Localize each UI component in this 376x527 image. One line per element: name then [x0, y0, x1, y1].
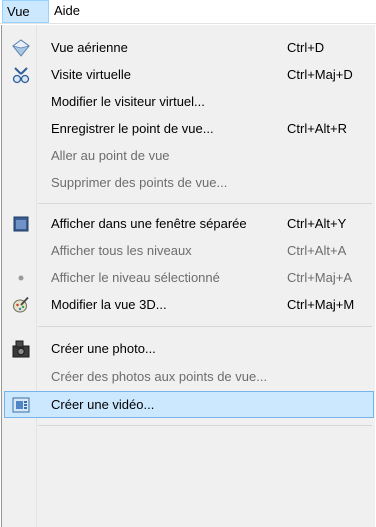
separate-window-icon — [12, 215, 30, 233]
menu-item-display-all-levels[interactable]: Afficher tous les niveaux Ctrl+Alt+A — [4, 237, 374, 264]
menu-item-label: Supprimer des points de vue... — [51, 175, 228, 190]
menu-item-label: Modifier la vue 3D... — [51, 297, 167, 312]
menu-item-label: Afficher le niveau sélectionné — [51, 270, 220, 285]
menu-item-save-viewpoint[interactable]: Enregistrer le point de vue... Ctrl+Alt+… — [4, 115, 374, 142]
menu-item-shortcut: Ctrl+Alt+R — [287, 121, 347, 136]
menu-item-shortcut: Ctrl+Alt+Y — [287, 216, 347, 231]
menu-bar: Vue 3D Aide — [0, 0, 376, 41]
modify-3d-view-icon — [12, 296, 30, 314]
menu-item-label: Enregistrer le point de vue... — [51, 121, 214, 136]
menu-separator — [38, 326, 372, 327]
vue-3d-dropdown-menu: Vue aérienne Ctrl+D Visite virtuelle Ctr… — [1, 25, 375, 527]
virtual-visitor-icon — [12, 66, 30, 84]
menu-item-label: Visite virtuelle — [51, 67, 131, 82]
menu-item-label: Créer une vidéo... — [51, 397, 155, 412]
menu-item-label: Vue aérienne — [51, 40, 128, 55]
menu-item-create-photo[interactable]: Créer une photo... — [4, 335, 374, 362]
radio-dot-icon — [12, 269, 30, 287]
menu-item-create-photos-at-viewpoints[interactable]: Créer des photos aux points de vue... — [4, 363, 374, 390]
menu-item-go-to-viewpoint[interactable]: Aller au point de vue — [4, 142, 374, 169]
menu-item-label: Créer des photos aux points de vue... — [51, 369, 268, 384]
menu-item-label: Modifier le visiteur virtuel... — [51, 94, 205, 109]
menu-separator — [38, 203, 372, 204]
menu-item-display-selected-level[interactable]: Afficher le niveau sélectionné Ctrl+Maj+… — [4, 264, 374, 291]
menu-vue-3d[interactable]: Vue 3D — [2, 0, 49, 41]
menu-item-modify-3d-view[interactable]: Modifier la vue 3D... Ctrl+Maj+M — [4, 291, 374, 318]
menu-item-shortcut: Ctrl+D — [287, 40, 325, 55]
menu-item-label: Afficher tous les niveaux — [51, 243, 192, 258]
menu-item-shortcut: Ctrl+Maj+D — [287, 67, 353, 82]
menu-item-virtual-visit[interactable]: Visite virtuelle Ctrl+Maj+D — [4, 61, 374, 88]
menu-item-shortcut: Ctrl+Alt+A — [287, 243, 347, 258]
menu-item-delete-viewpoints[interactable]: Supprimer des points de vue... — [4, 169, 374, 196]
aerial-view-icon — [12, 39, 30, 57]
menu-separator — [38, 425, 372, 426]
menu-item-modify-virtual-visitor[interactable]: Modifier le visiteur virtuel... — [4, 88, 374, 115]
menu-item-aerial-view[interactable]: Vue aérienne Ctrl+D — [4, 34, 374, 61]
camera-icon — [12, 340, 30, 358]
menu-item-create-video[interactable]: Créer une vidéo... — [4, 391, 374, 418]
menu-aide[interactable]: Aide — [50, 0, 90, 23]
video-icon — [12, 396, 30, 414]
menu-item-label: Créer une photo... — [51, 341, 156, 356]
menu-item-shortcut: Ctrl+Maj+M — [287, 297, 355, 312]
menu-item-label: Afficher dans une fenêtre séparée — [51, 216, 247, 231]
menu-item-display-separate-window[interactable]: Afficher dans une fenêtre séparée Ctrl+A… — [4, 210, 374, 237]
menu-item-label: Aller au point de vue — [51, 148, 170, 163]
menu-item-shortcut: Ctrl+Maj+A — [287, 270, 353, 285]
